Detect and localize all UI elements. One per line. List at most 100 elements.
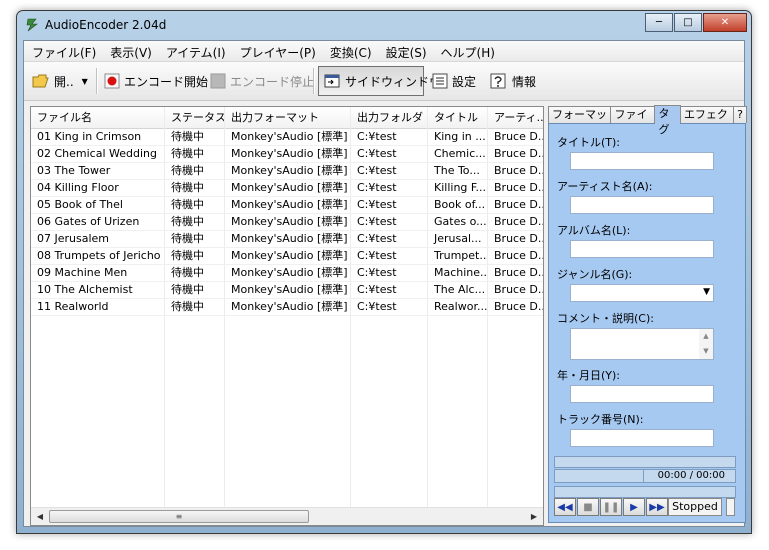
comment-label: コメント・説明(C): <box>557 312 654 325</box>
textarea-scrollbar[interactable]: ▲ ▼ <box>699 329 713 359</box>
tab-format[interactable]: フォーマット <box>548 106 612 137</box>
table-row[interactable]: 07 Jerusalem 待機中 Monkey'sAudio [標準] C:¥test… <box>31 231 543 248</box>
side-window-icon <box>324 74 340 88</box>
toolbar-separator <box>96 68 98 94</box>
row-output-format: Monkey'sAudio [標準] <box>225 214 351 230</box>
artist-input[interactable] <box>570 196 714 214</box>
tab-effect[interactable]: エフェクト <box>679 106 735 137</box>
row-artist: Bruce D... <box>488 248 543 264</box>
artist-label: アーティスト名(A): <box>557 180 653 193</box>
app-logo-icon <box>26 18 38 32</box>
settings-button[interactable]: 設定 <box>432 71 476 91</box>
row-title: Trumpet... <box>428 248 488 264</box>
table-row[interactable]: 04 Killing Floor 待機中 Monkey'sAudio [標準] C:¥… <box>31 180 543 197</box>
row-output-format: Monkey'sAudio [標準] <box>225 231 351 247</box>
stop-button[interactable]: ■ <box>577 498 599 516</box>
menu-file[interactable]: ファイル(F) <box>24 41 102 61</box>
file-list[interactable]: ファイル名 ステータス 出力フォーマット 出力フォルダ タイトル アーティ...… <box>30 106 544 526</box>
toolbar: 開.. ▼ エンコード開始 エンコード停止 サイドウィンドウ 設定 情報 <box>24 62 744 101</box>
stop-icon: ■ <box>583 501 593 513</box>
row-output-folder: C:¥test <box>351 146 428 162</box>
scrollbar-thumb[interactable]: ≡ <box>49 510 309 523</box>
row-status: 待機中 <box>165 282 225 298</box>
album-input[interactable] <box>570 240 714 258</box>
column-header-filename[interactable]: ファイル名 <box>31 107 165 128</box>
minimize-button[interactable]: ─ <box>645 13 673 32</box>
play-button[interactable]: ▶ <box>623 498 645 516</box>
horizontal-scrollbar[interactable]: ◀ ≡ ▶ <box>31 507 543 525</box>
tab-help[interactable]: ? <box>733 106 747 123</box>
side-window: フォーマット ファイル タグ エフェクト ? タイトル(T): アーティスト名(… <box>548 105 747 524</box>
table-row[interactable]: 10 The Alchemist 待機中 Monkey'sAudio [標準] C:¥… <box>31 282 543 299</box>
table-row[interactable]: 06 Gates of Urizen 待機中 Monkey'sAudio [標準] C… <box>31 214 543 231</box>
settings-label: 設定 <box>452 74 477 89</box>
column-header-output-folder[interactable]: 出力フォルダ <box>351 107 428 128</box>
row-artist: Bruce D... <box>488 197 543 213</box>
row-title: Jerusal... <box>428 231 488 247</box>
row-output-folder: C:¥test <box>351 248 428 264</box>
menu-bar: ファイル(F) 表示(V) アイテム(I) プレイヤー(P) 変換(C) 設定(… <box>24 41 744 62</box>
row-output-folder: C:¥test <box>351 180 428 196</box>
row-title: Gates o... <box>428 214 488 230</box>
row-output-folder: C:¥test <box>351 214 428 230</box>
side-window-label: サイドウィンドウ <box>345 74 442 89</box>
table-row[interactable]: 05 Book of Thel 待機中 Monkey'sAudio [標準] C:¥t… <box>31 197 543 214</box>
volume-slider[interactable] <box>726 498 735 516</box>
genre-select[interactable]: ▼ <box>570 284 714 302</box>
menu-help[interactable]: ヘルプ(H) <box>433 41 501 61</box>
folder-open-icon <box>32 74 49 88</box>
info-button[interactable]: 情報 <box>490 71 536 91</box>
encode-stop-button[interactable]: エンコード停止 <box>210 71 314 91</box>
title-input[interactable] <box>570 152 714 170</box>
row-status: 待機中 <box>165 163 225 179</box>
menu-convert[interactable]: 変換(C) <box>322 41 378 61</box>
row-output-format: Monkey'sAudio [標準] <box>225 265 351 281</box>
menu-item[interactable]: アイテム(I) <box>158 41 232 61</box>
table-row[interactable]: 08 Trumpets of Jericho 待機中 Monkey'sAudio [… <box>31 248 543 265</box>
row-output-format: Monkey'sAudio [標準] <box>225 180 351 196</box>
table-row[interactable]: 02 Chemical Wedding 待機中 Monkey'sAudio [標準]… <box>31 146 543 163</box>
maximize-button[interactable]: □ <box>674 13 702 32</box>
table-row[interactable]: 03 The Tower 待機中 Monkey'sAudio [標準] C:¥test… <box>31 163 543 180</box>
chevron-down-icon: ▼ <box>703 287 710 297</box>
row-status: 待機中 <box>165 197 225 213</box>
track-input[interactable] <box>570 429 714 447</box>
row-output-format: Monkey'sAudio [標準] <box>225 248 351 264</box>
table-row[interactable]: 09 Machine Men 待機中 Monkey'sAudio [標準] C:¥te… <box>31 265 543 282</box>
chevron-down-icon[interactable]: ▼ <box>82 77 88 86</box>
settings-icon <box>432 73 448 89</box>
info-label: 情報 <box>512 74 537 89</box>
close-button[interactable]: ✕ <box>703 13 747 32</box>
column-header-status[interactable]: ステータス <box>165 107 225 128</box>
scroll-left-icon[interactable]: ◀ <box>33 510 47 523</box>
title-label: タイトル(T): <box>557 136 621 149</box>
title-bar[interactable]: AudioEncoder 2.04d ─ □ ✕ <box>17 11 751 39</box>
next-button[interactable]: ▶▶ <box>646 498 668 516</box>
tab-tag[interactable]: タグ <box>654 105 681 136</box>
comment-textarea[interactable]: ▲ ▼ <box>570 328 714 360</box>
side-tabs: フォーマット ファイル タグ エフェクト ? <box>548 105 747 137</box>
tab-file[interactable]: ファイル <box>610 106 656 137</box>
column-header-artist[interactable]: アーティ... <box>488 107 543 128</box>
row-output-format: Monkey'sAudio [標準] <box>225 197 351 213</box>
menu-settings[interactable]: 設定(S) <box>378 41 433 61</box>
row-output-format: Monkey'sAudio [標準] <box>225 299 351 315</box>
menu-player[interactable]: プレイヤー(P) <box>232 41 322 61</box>
open-button-label: 開.. <box>54 74 74 89</box>
scroll-right-icon[interactable]: ▶ <box>527 510 541 523</box>
row-artist: Bruce D... <box>488 231 543 247</box>
encode-start-button[interactable]: エンコード開始 <box>104 71 208 91</box>
column-header-title[interactable]: タイトル <box>428 107 488 128</box>
pause-button[interactable]: ❚❚ <box>600 498 622 516</box>
seek-bar[interactable] <box>554 486 736 498</box>
menu-view[interactable]: 表示(V) <box>102 41 158 61</box>
skip-forward-icon: ▶▶ <box>649 501 665 513</box>
side-window-button[interactable]: サイドウィンドウ <box>324 71 441 91</box>
previous-button[interactable]: ◀◀ <box>554 498 576 516</box>
year-input[interactable] <box>570 385 714 403</box>
row-filename: 11 Realworld <box>31 299 165 315</box>
column-header-output-format[interactable]: 出力フォーマット <box>225 107 351 128</box>
table-row[interactable]: 11 Realworld 待機中 Monkey'sAudio [標準] C:¥test… <box>31 299 543 316</box>
table-row[interactable]: 01 King in Crimson 待機中 Monkey'sAudio [標準] C… <box>31 129 543 146</box>
open-button[interactable]: 開.. ▼ <box>32 71 88 91</box>
